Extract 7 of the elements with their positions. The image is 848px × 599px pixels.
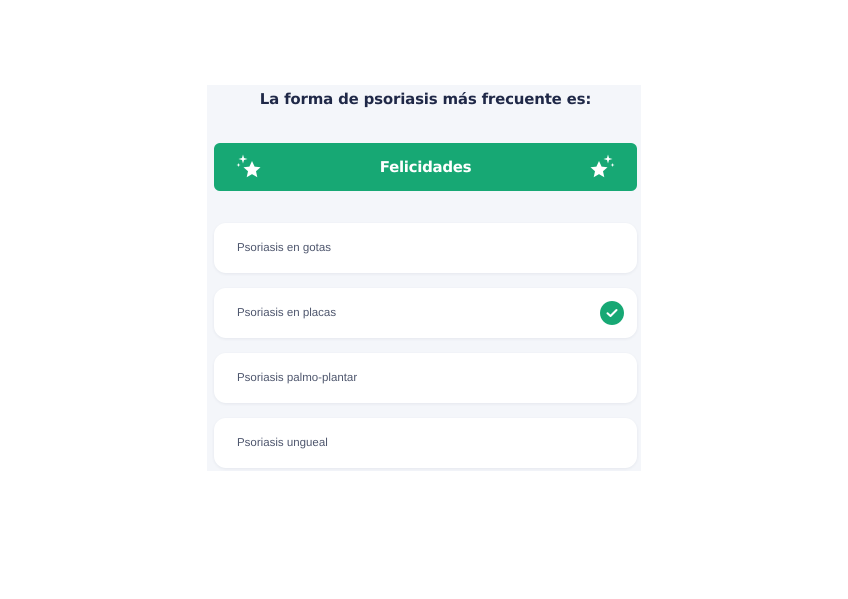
question-title: La forma de psoriasis más frecuente es:: [260, 89, 592, 109]
answer-option[interactable]: Psoriasis ungueal: [214, 418, 637, 468]
check-icon: [600, 301, 624, 325]
answer-option[interactable]: Psoriasis palmo-plantar: [214, 353, 637, 403]
answer-option[interactable]: Psoriasis en gotas: [214, 223, 637, 273]
answer-option[interactable]: Psoriasis en placas: [214, 288, 637, 338]
banner-text: Felicidades: [380, 158, 472, 176]
